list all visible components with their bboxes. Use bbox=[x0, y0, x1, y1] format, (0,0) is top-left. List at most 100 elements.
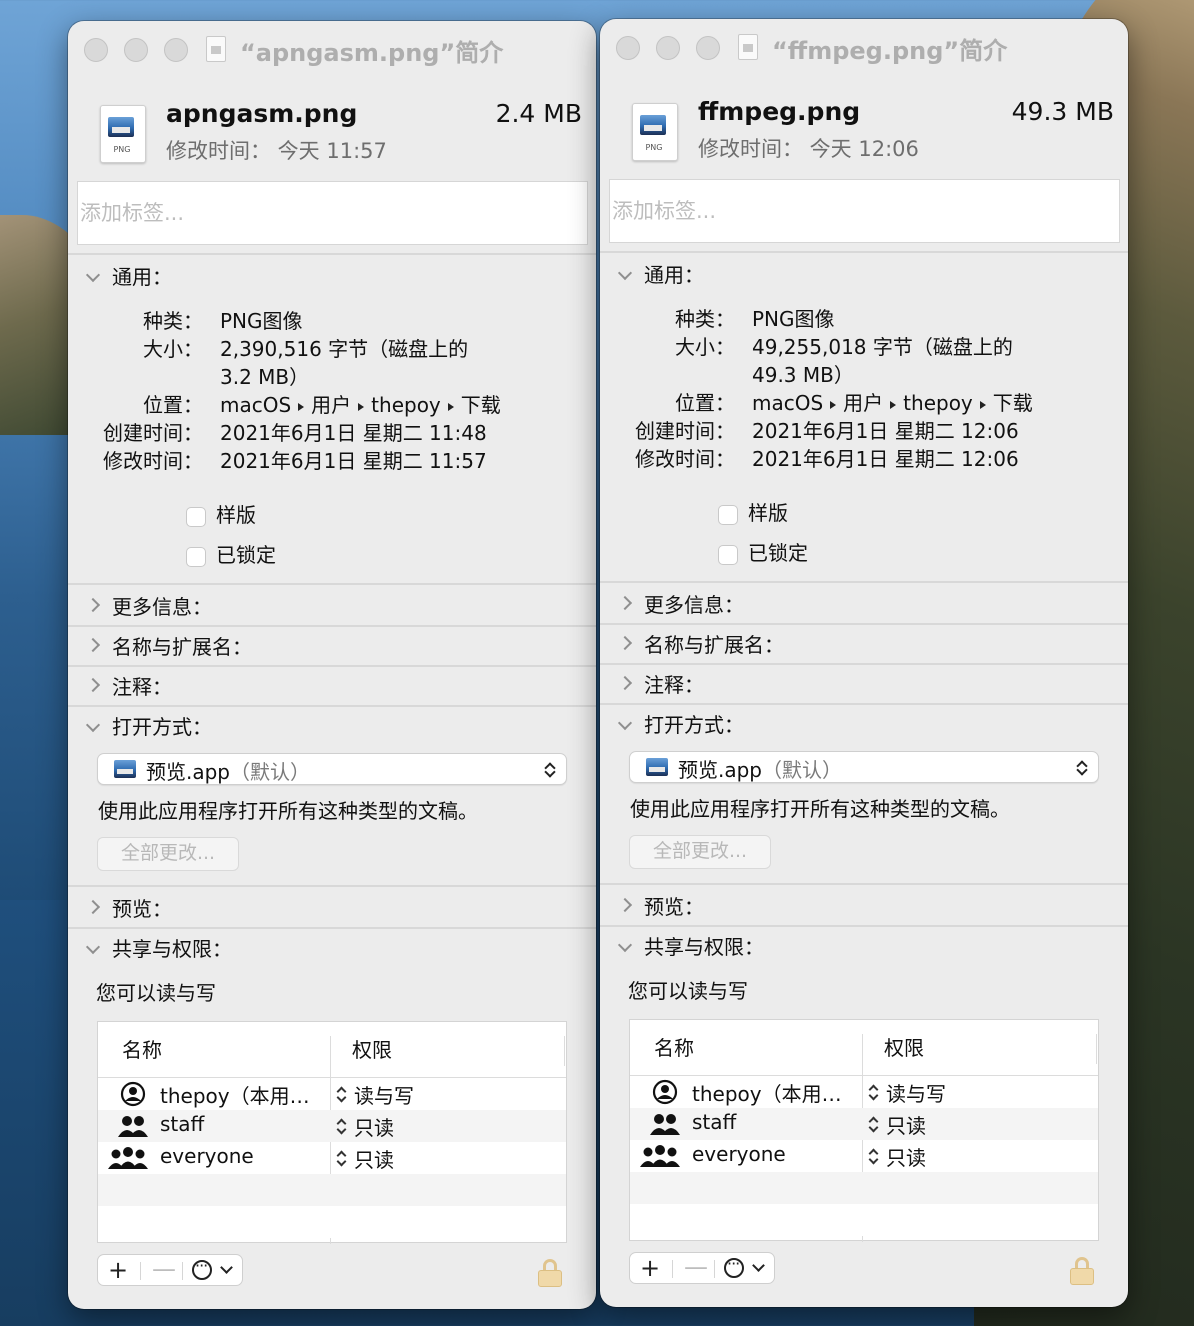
action-menu-icon[interactable] bbox=[724, 1254, 744, 1278]
path-component[interactable]: 用户 bbox=[311, 393, 351, 417]
section-open-with-header[interactable]: 打开方式： bbox=[68, 707, 596, 745]
action-menu-icon[interactable] bbox=[192, 1256, 212, 1280]
column-header-name[interactable]: 名称 bbox=[122, 1022, 162, 1076]
stationery-checkbox[interactable] bbox=[718, 504, 738, 525]
path-component[interactable]: 用户 bbox=[843, 391, 883, 415]
zoom-button[interactable] bbox=[164, 38, 188, 62]
chevron-right-icon bbox=[85, 595, 101, 614]
add-user-button[interactable]: + bbox=[108, 1255, 128, 1285]
file-name: ffmpeg.png bbox=[698, 97, 861, 126]
section-open-with-header[interactable]: 打开方式： bbox=[600, 705, 1128, 743]
chevron-down-icon bbox=[85, 265, 101, 284]
stationery-checkbox-row[interactable]: 样版 bbox=[718, 497, 788, 527]
path-arrow-icon bbox=[830, 400, 837, 409]
section-general-header[interactable]: 通用： bbox=[68, 257, 596, 295]
privilege-select[interactable]: 只读 bbox=[886, 1110, 926, 1139]
chevron-right-icon bbox=[85, 675, 101, 694]
privilege-select[interactable]: 读与写 bbox=[886, 1078, 946, 1107]
section-sharing-header[interactable]: 共享与权限： bbox=[600, 927, 1128, 965]
zoom-button[interactable] bbox=[696, 36, 720, 60]
tags-input[interactable] bbox=[77, 181, 588, 245]
privilege-select[interactable]: 只读 bbox=[886, 1142, 926, 1171]
file-header: PNG apngasm.png 2.4 MB 修改时间： 今天 11:57 bbox=[68, 79, 596, 183]
path-component[interactable]: 下载 bbox=[461, 393, 501, 417]
change-all-button[interactable]: 全部更改... bbox=[97, 837, 239, 871]
where-row: 位置： macOS 用户 thepoy 下载 bbox=[675, 391, 1033, 415]
table-row-empty bbox=[98, 1174, 566, 1206]
open-with-app-select[interactable]: 预览.app（默认） bbox=[97, 753, 567, 785]
path-component[interactable]: macOS bbox=[220, 393, 291, 417]
path-component[interactable]: 下载 bbox=[993, 391, 1033, 415]
section-more-info-header[interactable]: 更多信息： bbox=[600, 585, 1128, 623]
path-component[interactable]: thepoy bbox=[371, 393, 441, 417]
person-circle-icon bbox=[120, 1081, 146, 1107]
table-row[interactable]: everyone 只读 bbox=[98, 1142, 566, 1174]
get-info-window-ffmpeg: “ffmpeg.png”简介 PNG ffmpeg.png 49.3 MB 修改… bbox=[600, 19, 1128, 1307]
table-row[interactable]: staff 只读 bbox=[98, 1110, 566, 1142]
modified-row: 修改时间： 2021年6月1日 星期二 12:06 bbox=[635, 447, 1019, 471]
get-info-window-apngasm: “apngasm.png”简介 PNG apngasm.png 2.4 MB 修… bbox=[68, 21, 596, 1309]
locked-checkbox-row[interactable]: 已锁定 bbox=[718, 537, 808, 567]
close-button[interactable] bbox=[616, 36, 640, 60]
section-name-extension-header[interactable]: 名称与扩展名： bbox=[600, 625, 1128, 663]
remove-user-button[interactable]: — bbox=[152, 1255, 176, 1283]
table-row[interactable]: staff 只读 bbox=[630, 1108, 1098, 1140]
chevron-down-icon[interactable] bbox=[220, 1261, 233, 1274]
section-comments-header[interactable]: 注释： bbox=[68, 667, 596, 705]
table-row[interactable]: thepoy（本用… 读与写 bbox=[630, 1076, 1098, 1108]
path-arrow-icon bbox=[890, 400, 897, 409]
minimize-button[interactable] bbox=[656, 36, 680, 60]
close-button[interactable] bbox=[84, 38, 108, 62]
file-size: 2.4 MB bbox=[495, 99, 582, 128]
permissions-table: 名称 权限 thepoy（本用… 读与写 staff 只读 everyone 只… bbox=[629, 1019, 1099, 1242]
two-people-icon bbox=[118, 1116, 148, 1137]
file-header: PNG ffmpeg.png 49.3 MB 修改时间： 今天 12:06 bbox=[600, 77, 1128, 181]
path-arrow-icon bbox=[447, 402, 454, 411]
sharing-summary: 您可以读与写 bbox=[96, 981, 216, 1005]
minimize-button[interactable] bbox=[124, 38, 148, 62]
updown-chevron-icon bbox=[868, 1148, 878, 1166]
section-general-header[interactable]: 通用： bbox=[600, 255, 1128, 293]
file-size: 49.3 MB bbox=[1011, 97, 1114, 126]
permissions-toolbar: + — bbox=[97, 1254, 243, 1286]
section-preview-header[interactable]: 预览： bbox=[68, 889, 596, 927]
stationery-checkbox[interactable] bbox=[186, 506, 206, 527]
path-component[interactable]: macOS bbox=[752, 391, 823, 415]
table-row[interactable]: everyone 只读 bbox=[630, 1140, 1098, 1172]
where-row: 位置： macOS 用户 thepoy 下载 bbox=[143, 393, 501, 417]
stationery-checkbox-row[interactable]: 样版 bbox=[186, 499, 256, 529]
add-user-button[interactable]: + bbox=[640, 1253, 660, 1283]
size-row-cont: 49.3 MB） bbox=[752, 363, 854, 387]
column-header-privilege[interactable]: 权限 bbox=[884, 1020, 924, 1074]
open-with-description: 使用此应用程序打开所有这种类型的文稿。 bbox=[98, 799, 478, 823]
column-header-privilege[interactable]: 权限 bbox=[352, 1022, 392, 1076]
privilege-select[interactable]: 读与写 bbox=[354, 1080, 414, 1109]
remove-user-button[interactable]: — bbox=[684, 1253, 708, 1281]
locked-checkbox[interactable] bbox=[718, 544, 738, 565]
table-row[interactable]: thepoy（本用… 读与写 bbox=[98, 1078, 566, 1110]
size-row-cont: 3.2 MB） bbox=[220, 365, 310, 389]
open-with-app-select[interactable]: 预览.app（默认） bbox=[629, 751, 1099, 783]
lock-icon[interactable] bbox=[538, 1259, 562, 1287]
path-component[interactable]: thepoy bbox=[903, 391, 973, 415]
lock-icon[interactable] bbox=[1070, 1257, 1094, 1285]
section-name-extension-header[interactable]: 名称与扩展名： bbox=[68, 627, 596, 665]
locked-checkbox-row[interactable]: 已锁定 bbox=[186, 539, 276, 569]
window-title: “ffmpeg.png”简介 bbox=[772, 37, 1008, 65]
tags-input[interactable] bbox=[609, 179, 1120, 243]
file-type-badge: PNG bbox=[113, 145, 131, 154]
modified-row: 修改时间： 2021年6月1日 星期二 11:57 bbox=[103, 449, 487, 473]
updown-chevron-icon bbox=[336, 1118, 346, 1136]
column-header-name[interactable]: 名称 bbox=[654, 1020, 694, 1074]
section-comments-header[interactable]: 注释： bbox=[600, 665, 1128, 703]
section-sharing-header[interactable]: 共享与权限： bbox=[68, 929, 596, 967]
chevron-down-icon bbox=[85, 715, 101, 734]
chevron-down-icon[interactable] bbox=[752, 1259, 765, 1272]
privilege-select[interactable]: 只读 bbox=[354, 1112, 394, 1141]
section-preview-header[interactable]: 预览： bbox=[600, 887, 1128, 925]
locked-checkbox[interactable] bbox=[186, 546, 206, 567]
section-more-info-header[interactable]: 更多信息： bbox=[68, 587, 596, 625]
png-file-icon: PNG bbox=[98, 105, 146, 163]
privilege-select[interactable]: 只读 bbox=[354, 1144, 394, 1173]
change-all-button[interactable]: 全部更改... bbox=[629, 835, 771, 869]
